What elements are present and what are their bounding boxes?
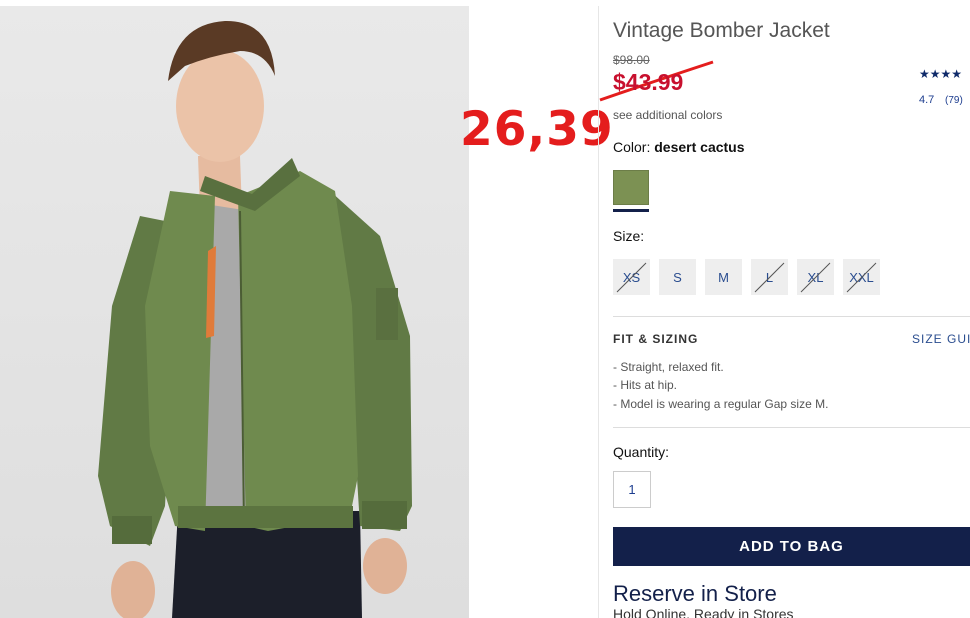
selected-color-name: desert cactus [654, 139, 745, 155]
fit-sizing-heading: FIT & SIZING [613, 332, 699, 346]
product-title: Vintage Bomber Jacket [613, 19, 830, 42]
column-divider [598, 6, 599, 618]
reserve-in-store-heading: Reserve in Store [613, 581, 777, 606]
fit-detail-item: - Hits at hip. [613, 378, 678, 392]
size-option-l[interactable]: L [751, 259, 788, 295]
size-option-xl[interactable]: XL [797, 259, 834, 295]
rating-value: 4.7 [919, 94, 935, 106]
size-option-xxl[interactable]: XXL [843, 259, 880, 295]
divider [613, 427, 970, 428]
unavailable-slash-icon [616, 262, 647, 293]
model-wearing-jacket-illustration [98, 20, 412, 618]
unavailable-slash-icon [800, 262, 831, 293]
size-label: Size: [613, 228, 645, 244]
original-price: $98.00 [613, 53, 650, 67]
color-label-row: Color: desert cactus [613, 139, 745, 155]
color-label: Color: [613, 139, 651, 155]
unavailable-slash-icon [754, 262, 785, 293]
star-rating-icon[interactable]: ★★★★ [919, 67, 962, 81]
add-to-bag-button[interactable]: ADD TO BAG [613, 527, 970, 566]
size-option-m[interactable]: M [705, 259, 742, 295]
divider [613, 316, 970, 317]
unavailable-slash-icon [846, 262, 877, 293]
fit-detail-item: - Straight, relaxed fit. [613, 360, 724, 374]
reserve-subtitle: Hold Online, Ready in Stores [613, 606, 794, 618]
color-swatch-desert-cactus[interactable] [613, 170, 649, 205]
review-count-link[interactable]: (79) [945, 95, 963, 106]
size-option-label: S [673, 269, 682, 285]
selected-swatch-indicator [613, 209, 649, 212]
fit-detail-item: - Model is wearing a regular Gap size M. [613, 397, 829, 411]
quantity-input[interactable] [613, 471, 651, 508]
see-additional-colors-link[interactable]: see additional colors [613, 108, 722, 122]
sale-price: $43.99 [613, 69, 684, 95]
product-image[interactable] [0, 6, 469, 618]
size-guide-link[interactable]: SIZE GUIDE [912, 332, 970, 346]
quantity-label: Quantity: [613, 444, 670, 460]
size-option-label: M [718, 269, 729, 285]
size-option-xs[interactable]: XS [613, 259, 650, 295]
size-option-s[interactable]: S [659, 259, 696, 295]
handwritten-price-annotation: 26,39 [460, 102, 614, 157]
